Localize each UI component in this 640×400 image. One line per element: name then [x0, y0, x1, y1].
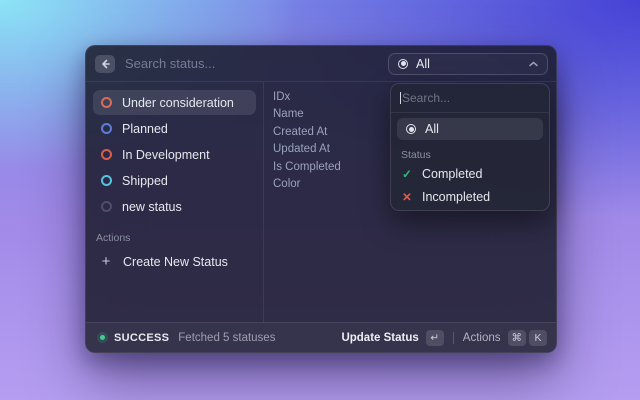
- text-caret: [400, 92, 401, 104]
- create-new-status-button[interactable]: + Create New Status: [93, 249, 256, 274]
- status-circle-icon: [101, 175, 112, 186]
- status-section-header: Status: [401, 149, 431, 161]
- k-key-badge: K: [529, 329, 547, 346]
- desktop-background: All Under consideration Planned I: [0, 0, 640, 400]
- status-circle-icon: [101, 201, 112, 212]
- check-icon: ✓: [402, 168, 412, 181]
- status-item-in-development[interactable]: In Development: [93, 142, 256, 167]
- status-item-label: Planned: [122, 121, 168, 136]
- status-circle-icon: [101, 149, 112, 160]
- cmd-key-badge: ⌘: [507, 329, 526, 346]
- update-status-button[interactable]: Update Status: [341, 332, 418, 344]
- search-input[interactable]: [125, 56, 388, 71]
- popup-search-row: [391, 84, 549, 113]
- create-new-status-label: Create New Status: [123, 254, 228, 269]
- status-item-new-status[interactable]: new status: [93, 194, 256, 219]
- filter-option-all-label: All: [425, 122, 439, 136]
- cross-icon: ✕: [402, 191, 412, 204]
- shortcut-keys: ⌘ K: [507, 329, 547, 346]
- filter-option-incompleted[interactable]: ✕ Incompleted: [391, 186, 549, 207]
- filter-option-completed-label: Completed: [422, 166, 483, 181]
- statusbar-divider: [452, 331, 454, 344]
- status-bar: SUCCESS Fetched 5 statuses Update Status…: [86, 322, 556, 352]
- status-item-under-consideration[interactable]: Under consideration: [93, 90, 256, 115]
- success-dot-icon: [100, 335, 105, 340]
- back-button[interactable]: [95, 54, 115, 73]
- plus-icon: +: [101, 253, 111, 270]
- status-item-label: Shipped: [122, 173, 168, 188]
- chevron-up-icon: [529, 61, 538, 67]
- status-item-label: In Development: [122, 147, 210, 162]
- status-item-planned[interactable]: Planned: [93, 116, 256, 141]
- status-circle-icon: [101, 123, 112, 134]
- status-message: Fetched 5 statuses: [178, 331, 276, 344]
- filter-option-all[interactable]: All: [397, 118, 543, 140]
- status-circle-icon: [101, 97, 112, 108]
- filter-selected-label: All: [416, 56, 430, 71]
- status-filter-dropdown[interactable]: All: [388, 52, 548, 75]
- status-badge: SUCCESS: [114, 331, 170, 344]
- actions-menu-button[interactable]: Actions: [463, 332, 501, 344]
- actions-section-header: Actions: [96, 232, 131, 244]
- return-key-badge: ↵: [425, 329, 444, 346]
- filter-dropdown-popup: All Status ✓ Completed ✕ Incompleted: [390, 83, 550, 211]
- radio-selected-icon: [406, 124, 416, 134]
- popup-search-input[interactable]: [402, 91, 540, 105]
- status-list: Under consideration Planned In Developme…: [86, 82, 264, 322]
- status-item-label: Under consideration: [122, 95, 234, 110]
- filter-option-incompleted-label: Incompleted: [422, 189, 491, 204]
- radio-selected-icon: [398, 58, 408, 69]
- topbar: All: [86, 46, 556, 82]
- status-manager-window: All Under consideration Planned I: [85, 45, 557, 353]
- statusbar-actions: Update Status ↵ Actions ⌘ K: [341, 329, 547, 346]
- status-item-shipped[interactable]: Shipped: [93, 168, 256, 193]
- status-item-label: new status: [122, 199, 182, 214]
- arrow-left-icon: [102, 59, 110, 68]
- filter-option-completed[interactable]: ✓ Completed: [391, 163, 549, 184]
